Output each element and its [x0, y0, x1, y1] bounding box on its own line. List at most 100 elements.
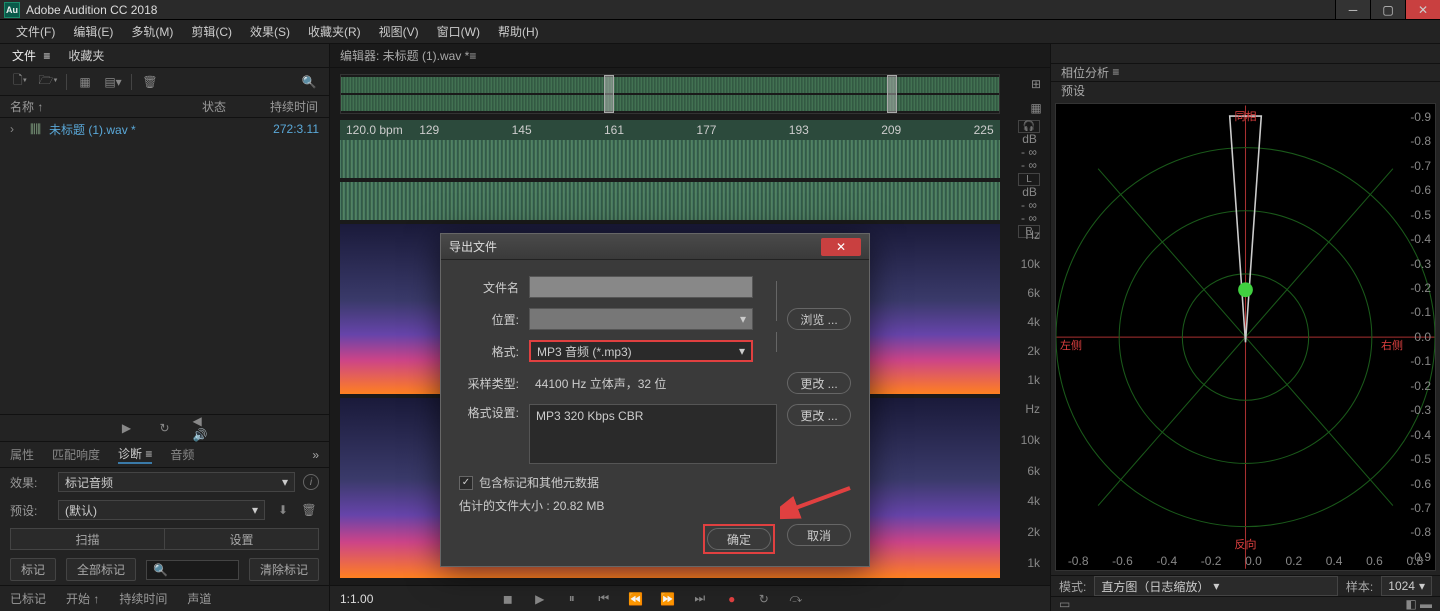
cancel-button[interactable]: 取消	[787, 524, 851, 546]
menu-window[interactable]: 窗口(W)	[429, 21, 488, 42]
scan-button[interactable]: 扫描	[10, 528, 164, 550]
mini-play-icon[interactable]: ▶	[117, 418, 137, 438]
location-label: 位置:	[459, 311, 519, 328]
phase-label-in: 同相	[1235, 108, 1257, 124]
loop-icon[interactable]: ↻	[754, 589, 774, 609]
format-select[interactable]: MP3 音频 (*.mp3)▾	[529, 340, 753, 362]
view-icon[interactable]: ▦	[1026, 98, 1046, 118]
file-duration: 272:3.11	[273, 122, 319, 136]
minimize-button[interactable]: ─	[1335, 0, 1370, 19]
multitrack-icon[interactable]: ▦	[75, 72, 95, 92]
open-file-icon[interactable]: 🗁▾	[38, 72, 58, 92]
menubar: 文件(F) 编辑(E) 多轨(M) 剪辑(C) 效果(S) 收藏夹(R) 视图(…	[0, 20, 1440, 44]
play-icon[interactable]: ▶	[530, 589, 550, 609]
browse-button[interactable]: 浏览 ...	[787, 308, 851, 330]
menu-multitrack[interactable]: 多轨(M)	[123, 21, 181, 42]
settings-button[interactable]: 设置	[164, 528, 319, 550]
file-row[interactable]: › ⫼⫼ 未标题 (1).wav * 272:3.11	[0, 118, 329, 140]
app-icon: Au	[4, 2, 20, 18]
menu-effects[interactable]: 效果(S)	[242, 21, 298, 42]
dialog-title: 导出文件	[449, 238, 497, 255]
forward-icon[interactable]: ⏩	[658, 589, 678, 609]
metadata-checkbox[interactable]: ✓	[459, 476, 473, 490]
change-format-button[interactable]: 更改 ...	[787, 404, 851, 426]
delete-preset-icon[interactable]: 🗑	[299, 500, 319, 520]
phase-analysis-panel: 相位分析 ≡ 预设 同相 反向 左侧 右侧 -0.9-0.8-0.7-0.6-0	[1050, 44, 1440, 611]
tab-diagnostics[interactable]: 诊断 ≡	[118, 445, 152, 464]
menu-file[interactable]: 文件(F)	[8, 21, 63, 42]
pause-icon[interactable]: ⏸	[562, 589, 582, 609]
preset-label: 预设:	[10, 502, 50, 519]
estimate-label: 估计的文件大小 :	[459, 499, 550, 513]
time-display: 1:1.00	[340, 592, 373, 606]
mode-select[interactable]: 直方图（日志缩放）▾	[1094, 576, 1338, 596]
record-icon[interactable]: ●	[722, 589, 742, 609]
mode-label: 模式:	[1059, 578, 1086, 595]
location-field[interactable]: ▾	[529, 308, 753, 330]
sample-value: 44100 Hz 立体声，32 位	[529, 375, 777, 392]
menu-favorites[interactable]: 收藏夹(R)	[300, 21, 369, 42]
maximize-button[interactable]: ▢	[1370, 0, 1405, 19]
mini-volume-icon[interactable]: ◀🔊	[193, 418, 213, 438]
format-label: 格式:	[459, 343, 519, 360]
mini-transport: ▶ ↻ ◀🔊	[0, 414, 329, 442]
overview-waveform[interactable]	[340, 74, 1000, 114]
waveform-display[interactable]	[340, 140, 1000, 220]
phase-scope[interactable]: 同相 反向 左侧 右侧 -0.9-0.8-0.7-0.6-0.5-0.4-0.3…	[1055, 103, 1436, 571]
col-status[interactable]: 状态	[184, 98, 244, 115]
file-list-header: 名称 ↑ 状态 持续时间	[0, 96, 329, 118]
info-icon[interactable]: i	[303, 474, 319, 490]
samples-label: 样本:	[1346, 578, 1373, 595]
menu-help[interactable]: 帮助(H)	[490, 21, 547, 42]
favorites-tab[interactable]: 收藏夹	[66, 45, 106, 66]
change-sample-button[interactable]: 更改 ...	[787, 372, 851, 394]
tab-loudness[interactable]: 匹配响度	[52, 446, 100, 463]
dialog-close-button[interactable]: ✕	[821, 238, 861, 256]
close-button[interactable]: ✕	[1405, 0, 1440, 19]
insert-icon[interactable]: ▤▾	[103, 72, 123, 92]
titlebar: Au Adobe Audition CC 2018 ─ ▢ ✕	[0, 0, 1440, 20]
stop-icon[interactable]: ◼	[498, 589, 518, 609]
mark-button[interactable]: 标记	[10, 558, 56, 581]
ok-button[interactable]: 确定	[707, 528, 771, 550]
expand-icon[interactable]: ›	[10, 122, 22, 136]
delete-icon[interactable]: 🗑	[140, 72, 160, 92]
files-tab[interactable]: 文件 ≡	[10, 45, 52, 66]
skip-icon[interactable]: ⤼	[786, 589, 806, 609]
mini-loop-icon[interactable]: ↻	[155, 418, 175, 438]
app-title: Adobe Audition CC 2018	[26, 3, 1335, 17]
rewind-icon[interactable]: ⏪	[626, 589, 646, 609]
menu-view[interactable]: 视图(V)	[371, 21, 427, 42]
files-panel: 文件 ≡ 收藏夹 🗋▾ 🗁▾ ▦ ▤▾ 🗑 🔍 名称 ↑ 状态 持续时间 › ⫼…	[0, 44, 330, 611]
phase-title: 相位分析	[1061, 64, 1109, 81]
tab-properties[interactable]: 属性	[10, 446, 34, 463]
diag-columns: 已标记 开始 ↑ 持续时间 声道	[0, 585, 329, 611]
clear-marks-button[interactable]: 清除标记	[249, 558, 319, 581]
timeline-ruler[interactable]: 120.0 bpm 129 145 161 177 193 209 225	[340, 120, 1000, 140]
properties-tabs: 属性 匹配响度 诊断 ≡ 音频 »	[0, 442, 329, 468]
phase-label-right: 右侧	[1381, 337, 1403, 353]
tab-audio[interactable]: 音频	[170, 446, 194, 463]
col-name[interactable]: 名称 ↑	[10, 98, 180, 115]
next-icon[interactable]: ⏭	[690, 589, 710, 609]
menu-edit[interactable]: 编辑(E)	[65, 21, 121, 42]
file-name: 未标题 (1).wav *	[49, 121, 199, 138]
diag-search[interactable]: 🔍	[146, 560, 239, 580]
filename-field[interactable]	[529, 276, 753, 298]
mark-all-button[interactable]: 全部标记	[66, 558, 136, 581]
formatset-box: MP3 320 Kbps CBR	[529, 404, 777, 464]
save-preset-icon[interactable]: ⬇	[273, 500, 293, 520]
samples-select[interactable]: 1024▾	[1381, 576, 1432, 596]
formatset-label: 格式设置:	[459, 404, 519, 421]
col-duration[interactable]: 持续时间	[248, 98, 318, 115]
zoom-icon[interactable]: ⊞	[1026, 74, 1046, 94]
phase-label-out: 反向	[1235, 536, 1257, 552]
search-icon[interactable]: 🔍	[299, 72, 319, 92]
preset-label: 预设	[1061, 82, 1085, 99]
menu-clip[interactable]: 剪辑(C)	[183, 21, 240, 42]
sample-label: 采样类型:	[459, 375, 519, 392]
new-file-icon[interactable]: 🗋▾	[10, 72, 30, 92]
prev-icon[interactable]: ⏮	[594, 589, 614, 609]
preset-select[interactable]: (默认)▾	[58, 500, 265, 520]
effect-select[interactable]: 标记音频▾	[58, 472, 295, 492]
